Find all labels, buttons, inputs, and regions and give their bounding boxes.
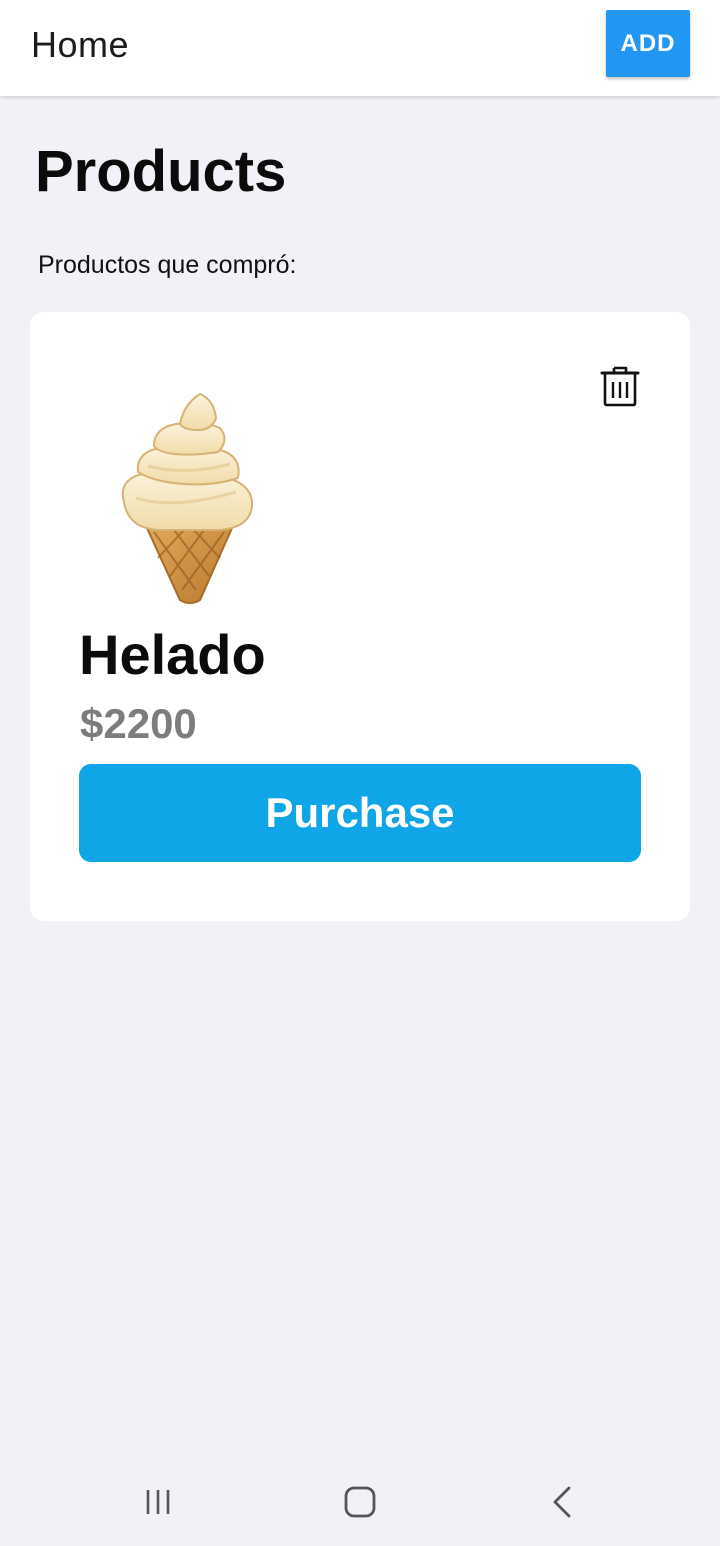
app-bar: Home ADD <box>0 0 720 96</box>
system-nav-bar <box>0 1456 720 1546</box>
product-price: $2200 <box>80 700 197 747</box>
product-image <box>114 390 264 606</box>
recent-apps-button[interactable] <box>128 1482 188 1522</box>
back-button[interactable] <box>532 1482 592 1522</box>
home-button[interactable] <box>330 1482 390 1522</box>
page-title: Products <box>35 139 287 204</box>
add-button[interactable]: ADD <box>606 10 690 77</box>
home-icon <box>344 1486 376 1518</box>
product-card: Helado $2200 Purchase <box>30 312 690 921</box>
ice-cream-cone-icon <box>121 392 254 604</box>
recent-apps-icon <box>146 1490 170 1514</box>
app-title: Home <box>31 24 130 65</box>
delete-button[interactable] <box>598 362 642 410</box>
screen: Home ADD Products Productos que compró: <box>0 0 720 1546</box>
purchase-button[interactable]: Purchase <box>79 764 641 862</box>
back-icon <box>553 1486 571 1518</box>
product-name: Helado <box>79 623 266 686</box>
trash-icon <box>600 366 640 407</box>
section-subheading: Productos que compró: <box>38 251 297 279</box>
